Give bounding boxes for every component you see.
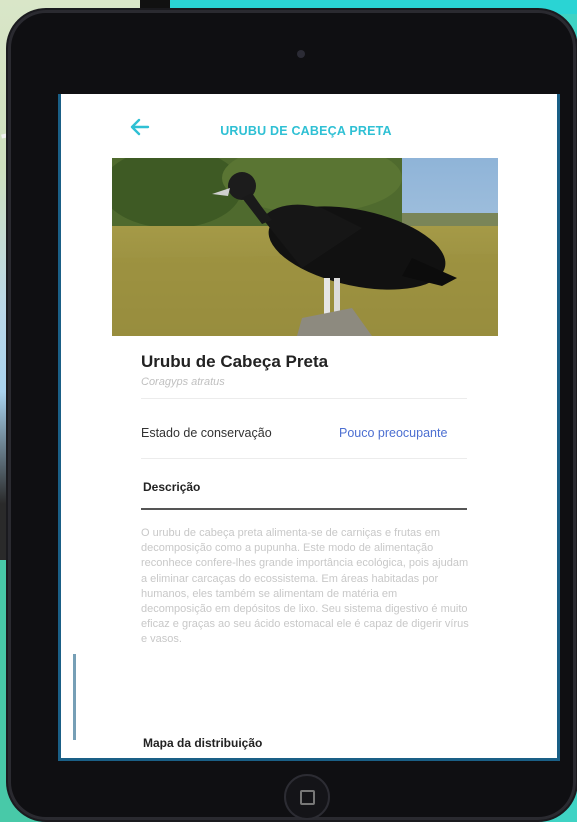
conservation-label: Estado de conservação [141, 426, 272, 440]
conservation-status[interactable]: Pouco preocupante [339, 426, 447, 440]
description-text: O urubu de cabeça preta alimenta-se de c… [141, 527, 469, 646]
page-title: URUBU DE CABEÇA PRETA [220, 124, 392, 138]
app-screen: URUBU DE CABEÇA PRETA Urubu de Cabeça Pr… [58, 94, 560, 761]
tablet-device: URUBU DE CABEÇA PRETA Urubu de Cabeça Pr… [8, 10, 576, 820]
description-underline [141, 508, 467, 510]
species-photo [112, 158, 498, 336]
scroll-indicator [73, 654, 76, 740]
scientific-name: Coragyps atratus [141, 376, 225, 388]
home-square-icon [300, 790, 315, 805]
map-section-title: Mapa da distribuição [143, 736, 263, 750]
home-button[interactable] [284, 774, 330, 820]
divider [141, 458, 467, 459]
divider [141, 398, 467, 399]
species-name: Urubu de Cabeça Preta [141, 352, 329, 371]
description-title: Descrição [143, 480, 201, 494]
app-header: URUBU DE CABEÇA PRETA [61, 94, 557, 158]
camera-icon [297, 50, 305, 58]
